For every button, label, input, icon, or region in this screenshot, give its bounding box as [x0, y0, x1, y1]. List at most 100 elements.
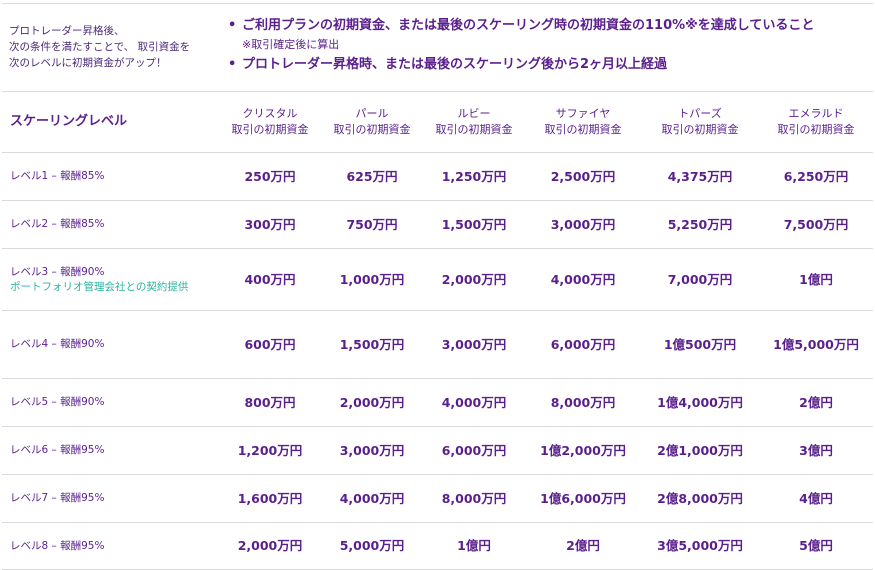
plan-name: ルビー [457, 107, 491, 120]
capital-cell: 4億円 [759, 474, 873, 523]
level-label: レベル1 – 報酬85% [10, 170, 105, 182]
capital-cell: 250万円 [219, 152, 321, 201]
capital-cell: 1億円 [423, 522, 525, 570]
capital-cell: 1億4,000万円 [641, 378, 759, 427]
plan-sub: 取引の初期資金 [333, 123, 411, 136]
capital-value: 3,000万円 [550, 216, 616, 232]
capital-value: 2億円 [566, 538, 600, 553]
capital-value: 3,000万円 [339, 442, 405, 458]
plan-sub: 取引の初期資金 [231, 123, 309, 136]
scaling-plan-page: プロトレーダー昇格後、 次の条件を満たすことで、 取引資金を 次のレベルに初期資… [0, 0, 875, 570]
level-cell: レベル7 – 報酬95% [2, 474, 219, 523]
capital-value: 600万円 [244, 336, 296, 352]
table-row: レベル3 – 報酬90% ポートフォリオ管理会社との契約提供 400万円 1,000万… [2, 248, 873, 311]
capital-value: 4,375万円 [667, 168, 733, 184]
level-cell: レベル5 – 報酬90% [2, 378, 219, 427]
capital-value: 1億円 [799, 271, 833, 287]
level-label: レベル7 – 報酬95% [10, 492, 105, 504]
capital-value: 300万円 [244, 216, 296, 232]
plan-name: パール [355, 107, 389, 120]
capital-cell: 6,250万円 [759, 152, 873, 201]
table-row: レベル4 – 報酬90% 600万円 1,500万円 3,000万円 6,000万円 1億… [2, 310, 873, 379]
table-row: レベル6 – 報酬95% 1,200万円 3,000万円 6,000万円 1億2,000… [2, 426, 873, 475]
capital-cell: 400万円 [219, 248, 321, 311]
capital-cell: 4,000万円 [321, 474, 423, 523]
capital-cell: 2億1,000万円 [641, 426, 759, 475]
capital-cell: 2,000万円 [423, 248, 525, 311]
capital-cell: 5,250万円 [641, 200, 759, 249]
capital-value: 5,250万円 [667, 216, 733, 232]
level-label: レベル4 – 報酬90% [10, 338, 105, 350]
capital-value: 800万円 [244, 394, 296, 410]
capital-cell: 2億円 [525, 522, 641, 570]
capital-cell: 4,000万円 [525, 248, 641, 311]
capital-cell: 4,000万円 [423, 378, 525, 427]
capital-value: 7,000万円 [667, 271, 733, 287]
level-cell: レベル6 – 報酬95% [2, 426, 219, 475]
capital-value: 4億円 [799, 490, 833, 506]
capital-value: 625万円 [346, 168, 398, 184]
capital-value: 1,600万円 [237, 490, 303, 506]
corner-header: スケーリングレベル [2, 91, 219, 153]
plan-name: エメラルド [788, 107, 844, 120]
capital-cell: 2,000万円 [321, 378, 423, 427]
capital-value: 400万円 [244, 271, 296, 287]
level-label: レベル3 – 報酬90% [10, 265, 105, 278]
capital-cell: 5億円 [759, 522, 873, 570]
capital-cell: 1億2,000万円 [525, 426, 641, 475]
capital-value: 1,250万円 [441, 168, 507, 184]
capital-value: 3,000万円 [441, 336, 507, 352]
capital-value: 3億5,000万円 [657, 538, 743, 553]
capital-cell: 2億円 [759, 378, 873, 427]
bullet-icon: • [228, 18, 237, 33]
table-row: レベル1 – 報酬85% 250万円 625万円 1,250万円 2,500万円 4,37… [2, 152, 873, 201]
table-row: レベル5 – 報酬90% 800万円 2,000万円 4,000万円 8,000万円 1億… [2, 378, 873, 427]
capital-value: 5,000万円 [339, 538, 405, 553]
condition-text: プロトレーダー昇格時、または最後のスケーリング後から2ヶ月以上経過 [242, 57, 668, 72]
condition-list: • ご利用プランの初期資金、または最後のスケーリング時の初期資金の110%※を達… [228, 16, 814, 75]
bullet-icon: • [228, 57, 237, 72]
capital-value: 6,000万円 [550, 336, 616, 352]
capital-value: 750万円 [346, 216, 398, 232]
capital-cell: 7,000万円 [641, 248, 759, 311]
capital-cell: 1,500万円 [321, 310, 423, 379]
capital-value: 2,000万円 [237, 538, 303, 553]
capital-value: 2億1,000万円 [657, 442, 743, 458]
level-label: レベル8 – 報酬95% [10, 539, 105, 552]
capital-cell: 4,375万円 [641, 152, 759, 201]
plan-name: クリスタル [242, 107, 298, 120]
capital-cell: 1億5,000万円 [759, 310, 873, 379]
level-cell: レベル8 – 報酬95% [2, 522, 219, 570]
capital-cell: 2億8,000万円 [641, 474, 759, 523]
condition-item: • プロトレーダー昇格時、または最後のスケーリング後から2ヶ月以上経過 [228, 55, 814, 75]
level-cell: レベル4 – 報酬90% [2, 310, 219, 379]
table-header-row: スケーリングレベル クリスタル取引の初期資金 パール取引の初期資金 ルビー取引の… [2, 91, 873, 153]
top-divider [2, 3, 873, 4]
capital-cell: 5,000万円 [321, 522, 423, 570]
capital-value: 8,000万円 [441, 490, 507, 506]
capital-value: 5億円 [799, 538, 833, 553]
capital-value: 2億8,000万円 [657, 490, 743, 506]
capital-value: 6,000万円 [441, 442, 507, 458]
capital-cell: 3億5,000万円 [641, 522, 759, 570]
column-header: パール取引の初期資金 [321, 91, 423, 153]
level-label: レベル6 – 報酬95% [10, 444, 105, 456]
capital-cell: 625万円 [321, 152, 423, 201]
capital-cell: 7,500万円 [759, 200, 873, 249]
plan-sub: 取引の初期資金 [661, 123, 739, 136]
capital-value: 1億500万円 [663, 336, 737, 352]
capital-cell: 8,000万円 [423, 474, 525, 523]
capital-value: 250万円 [244, 168, 296, 184]
column-header: トパーズ 取引の初期資金 [641, 91, 759, 153]
condition-text: ご利用プランの初期資金、または最後のスケーリング時の初期資金の110%※を達成し… [242, 18, 815, 33]
capital-value: 1億2,000万円 [540, 442, 626, 458]
capital-cell: 2,500万円 [525, 152, 641, 201]
column-header: クリスタル取引の初期資金 [219, 91, 321, 153]
capital-value: 1,000万円 [339, 271, 405, 287]
capital-cell: 1,600万円 [219, 474, 321, 523]
level-label: レベル2 – 報酬85% [10, 218, 105, 230]
plan-sub: 取引の初期資金 [544, 123, 622, 136]
capital-cell: 3,000万円 [525, 200, 641, 249]
intro-line: プロトレーダー昇格後、 [9, 25, 125, 37]
capital-cell: 2,000万円 [219, 522, 321, 570]
